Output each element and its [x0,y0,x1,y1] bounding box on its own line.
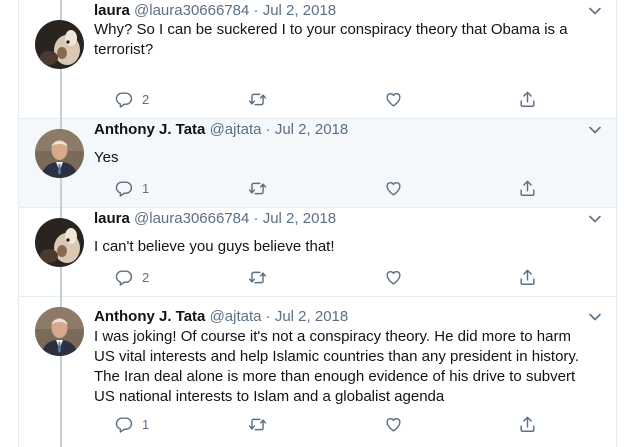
retweet-button[interactable] [248,414,267,434]
reply-count: 1 [142,416,150,432]
reply-count: 2 [142,269,150,285]
tweet-actions: 1 [94,414,535,434]
chevron-down-icon[interactable] [588,6,602,16]
thread-line [60,178,62,208]
column-border-right [616,0,617,447]
tweet[interactable]: Anthony J. Tata @ajtata · Jul 2, 2018 Ye… [19,119,616,208]
reply-icon [115,416,133,433]
chevron-down-icon[interactable] [588,312,602,322]
handle[interactable]: @ajtata [210,121,262,138]
dog-avatar[interactable] [35,218,84,267]
share-icon [520,180,535,196]
share-button[interactable] [518,267,537,287]
heart-icon [386,181,401,196]
separator-dot: · [249,2,263,19]
like-button[interactable] [384,89,403,109]
timestamp[interactable]: Jul 2, 2018 [275,121,348,138]
conversation-thread: laura @laura30666784 · Jul 2, 2018 Why? … [0,0,639,447]
man-in-suit-avatar[interactable] [35,307,84,356]
tweet-text-line: Why? So I can be suckered I to your cons… [94,21,568,38]
tweet-text-line: I can't believe you guys believe that! [94,238,335,255]
tweet-text-line: The Iran deal alone is more than enough … [94,368,576,385]
like-button[interactable] [384,178,403,198]
dog-avatar[interactable] [35,20,84,69]
share-button[interactable] [518,414,537,434]
reply-icon [115,180,133,197]
thread-line [60,0,62,20]
handle[interactable]: @laura30666784 [134,2,249,19]
share-icon [520,91,535,107]
like-button[interactable] [384,267,403,287]
separator-dot: · [261,121,275,138]
tweet-text-line: I was joking! Of course it's not a consp… [94,328,571,345]
retweet-icon [248,182,267,194]
chevron-down-icon[interactable] [588,214,602,224]
tweet-text-line: US vital interests and help Islamic coun… [94,348,579,365]
separator-dot: · [249,210,263,227]
tweet-actions: 2 [94,267,535,287]
thread-line [60,267,62,297]
retweet-icon [248,418,267,430]
share-button[interactable] [518,89,537,109]
reply-count: 1 [142,180,150,196]
tweet-text: Yes [94,148,599,168]
thread-line [60,356,62,447]
reply-icon [115,91,133,108]
share-icon [520,416,535,432]
handle[interactable]: @ajtata [210,308,262,325]
retweet-button[interactable] [248,178,267,198]
timestamp[interactable]: Jul 2, 2018 [275,308,348,325]
retweet-icon [248,271,267,283]
reply-icon [115,269,133,286]
timestamp[interactable]: Jul 2, 2018 [263,2,336,19]
tweet[interactable]: Anthony J. Tata @ajtata · Jul 2, 2018 I … [19,297,616,447]
retweet-button[interactable] [248,267,267,287]
tweet-text: I can't believe you guys believe that! [94,237,599,257]
tweet-header: Anthony J. Tata @ajtata · Jul 2, 2018 [94,120,348,140]
man-in-suit-avatar[interactable] [35,129,84,178]
reply-button[interactable]: 2 [114,89,149,109]
reply-button[interactable]: 1 [114,178,149,198]
tweet[interactable]: laura @laura30666784 · Jul 2, 2018 Why? … [19,0,616,119]
share-icon [520,269,535,285]
display-name[interactable]: laura [94,210,130,227]
handle[interactable]: @laura30666784 [134,210,249,227]
tweet-text-line: terrorist? [94,41,154,58]
retweet-icon [248,93,267,105]
reply-button[interactable]: 1 [114,414,149,434]
thread-line [60,119,62,129]
tweet-header: laura @laura30666784 · Jul 2, 2018 [94,209,336,229]
reply-button[interactable]: 2 [114,267,149,287]
timestamp[interactable]: Jul 2, 2018 [263,210,336,227]
display-name[interactable]: laura [94,2,130,19]
thread-line [60,297,62,307]
tweet-text-line: Yes [94,149,119,166]
heart-icon [386,417,401,432]
chevron-down-icon[interactable] [588,125,602,135]
tweet-text-line: US national interests to Islam and a glo… [94,388,445,405]
tweet-text: Why? So I can be suckered I to your cons… [94,20,599,60]
retweet-button[interactable] [248,89,267,109]
tweet-actions: 1 [94,178,535,198]
share-button[interactable] [518,178,537,198]
tweet-header: laura @laura30666784 · Jul 2, 2018 [94,1,336,21]
thread-line [60,69,62,119]
tweet-actions: 2 [94,89,535,109]
display-name[interactable]: Anthony J. Tata [94,121,205,138]
heart-icon [386,270,401,285]
tweet-text: I was joking! Of course it's not a consp… [94,327,614,407]
thread-line [60,208,62,218]
tweet[interactable]: laura @laura30666784 · Jul 2, 2018 I can… [19,208,616,297]
reply-count: 2 [142,91,150,107]
heart-icon [386,92,401,107]
display-name[interactable]: Anthony J. Tata [94,308,205,325]
separator-dot: · [261,308,275,325]
like-button[interactable] [384,414,403,434]
tweet-header: Anthony J. Tata @ajtata · Jul 2, 2018 [94,307,348,327]
